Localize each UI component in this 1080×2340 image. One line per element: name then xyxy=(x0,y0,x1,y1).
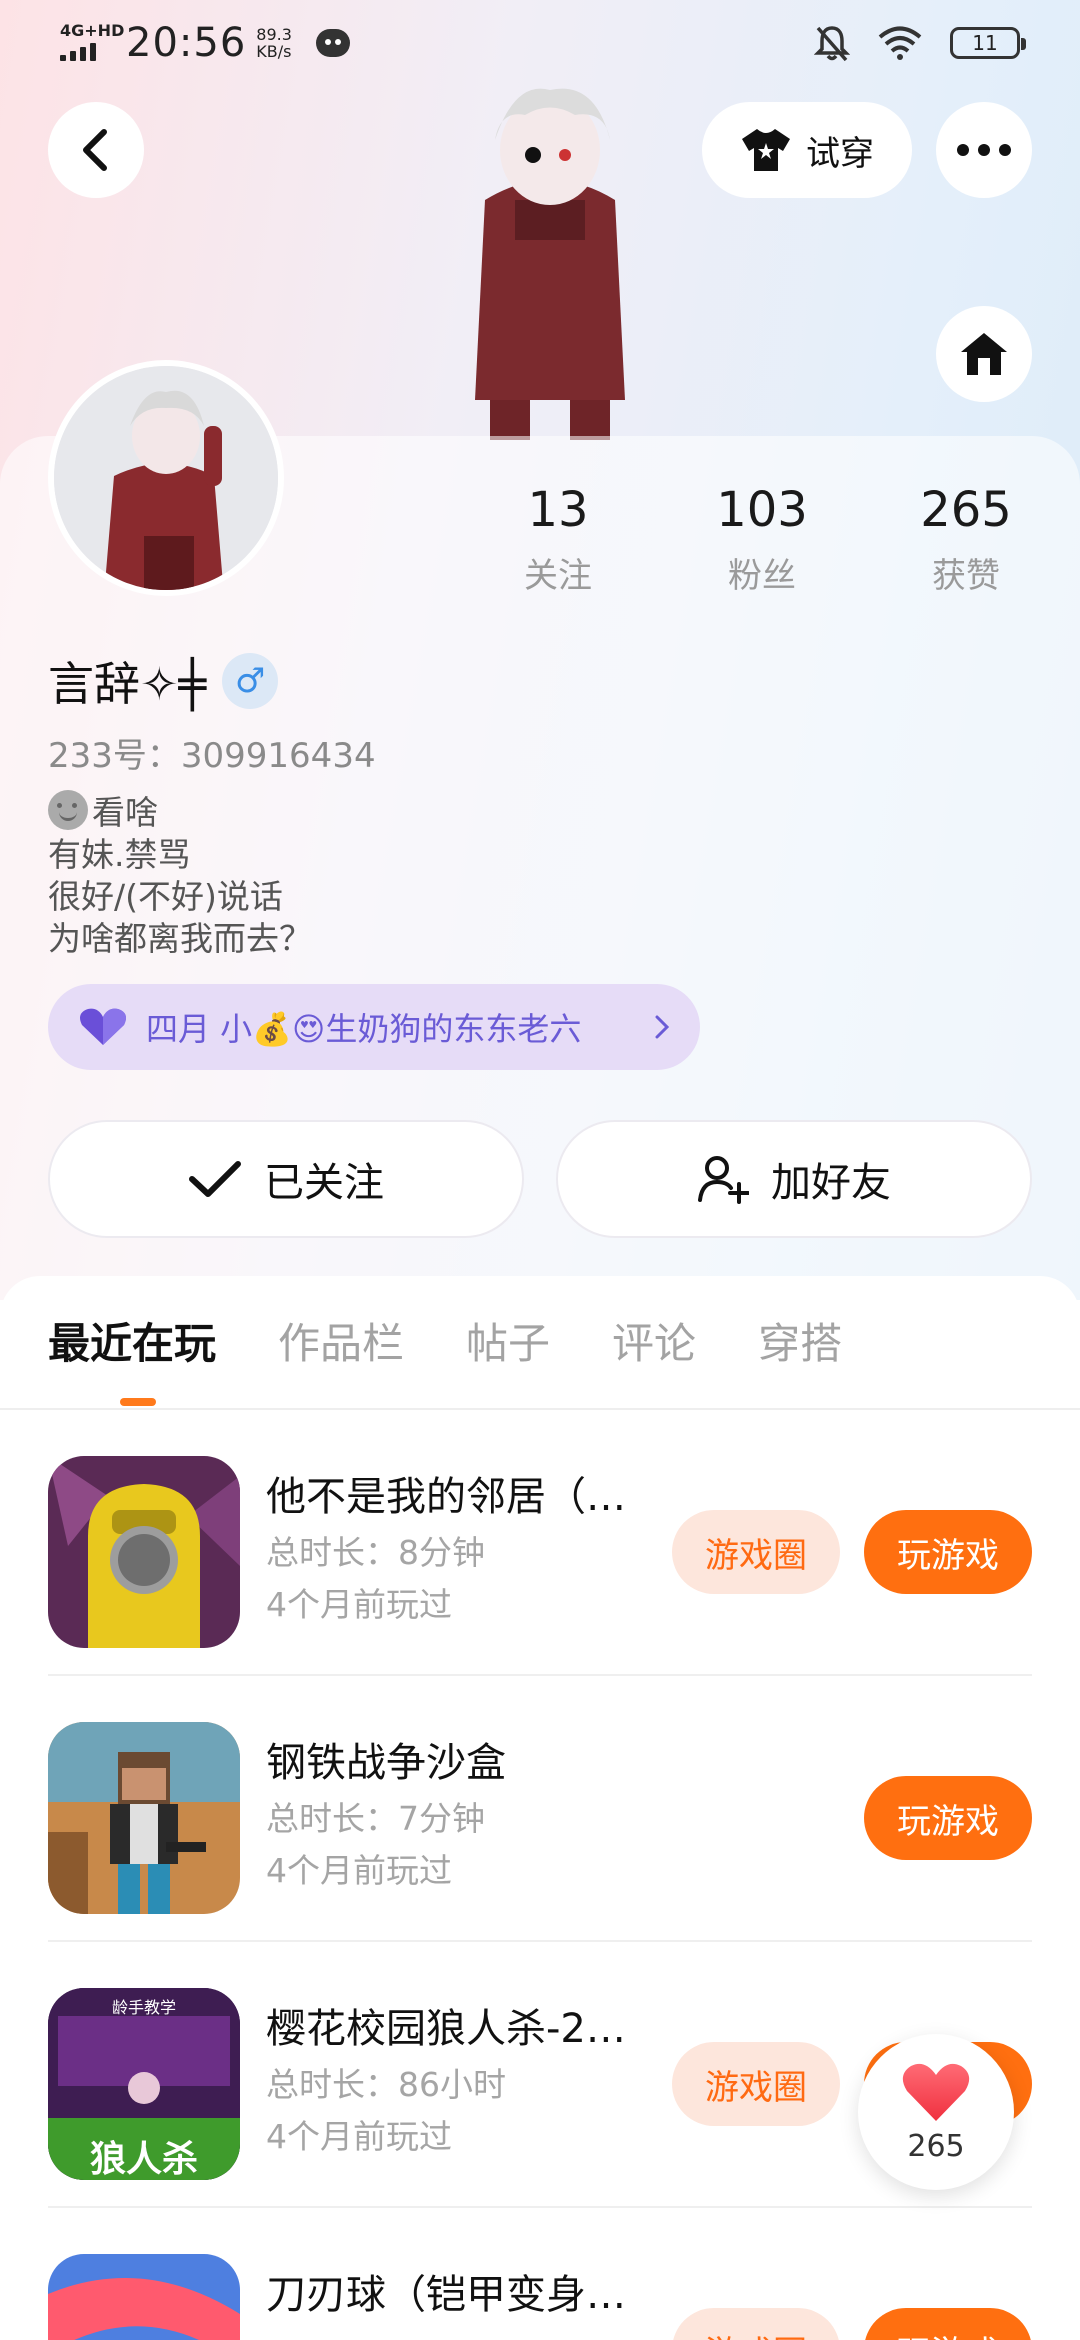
bio-line: 有妹.禁骂 xyxy=(48,835,191,874)
stat-followers-count: 103 xyxy=(716,482,808,538)
stat-following-count: 13 xyxy=(527,482,589,538)
tshirt-icon xyxy=(742,129,790,171)
game-icon-caption-top: 龄手教学 xyxy=(111,1998,176,2017)
try-on-button[interactable]: 试穿 xyxy=(702,102,912,198)
guild-badge[interactable]: 四月 小💰😍生奶狗的东东老六 xyxy=(48,984,700,1070)
game-icon xyxy=(48,1722,240,1914)
bio-line-text: 看啥 xyxy=(92,793,158,832)
heart-icon xyxy=(80,1008,126,1045)
tab-outfits[interactable]: 穿搭 xyxy=(758,1310,842,1371)
back-icon xyxy=(83,129,107,171)
mute-bell-icon xyxy=(814,26,850,62)
smile-emoji-icon xyxy=(48,790,88,830)
home-button[interactable] xyxy=(936,306,1032,402)
followed-label: 已关注 xyxy=(264,1160,384,1206)
chevron-right-icon xyxy=(655,1015,670,1039)
play-game-button[interactable]: 玩游戏 xyxy=(864,1776,1032,1860)
tab-recently-played[interactable]: 最近在玩 xyxy=(48,1310,216,1371)
add-friend-label: 加好友 xyxy=(771,1160,891,1206)
tab-comments[interactable]: 评论 xyxy=(612,1310,696,1371)
game-last-played: 4个月前玩过 xyxy=(266,2117,452,2156)
game-title: 刀刃球（铠甲变身… xyxy=(266,2272,626,2318)
avatar[interactable] xyxy=(48,360,284,596)
like-button[interactable]: 265 xyxy=(858,2034,1014,2190)
bio-line: 为啥都离我而去？ xyxy=(48,919,312,958)
net-speed-value: 89.3 xyxy=(256,25,292,44)
game-icon xyxy=(48,2254,240,2340)
game-duration: 总时长：86小时 xyxy=(266,2065,506,2104)
bio: 看啥 有妹.禁骂 很好/(不好)说话 为啥都离我而去？ xyxy=(48,790,312,960)
game-last-played: 4个月前玩过 xyxy=(266,1851,452,1890)
home-icon xyxy=(961,333,1007,375)
gender-male-icon: ♂ xyxy=(222,653,279,709)
game-circle-button[interactable]: 游戏圈 xyxy=(672,2042,840,2126)
tab-works[interactable]: 作品栏 xyxy=(278,1310,404,1371)
game-circle-button[interactable]: 游戏圈 xyxy=(672,1510,840,1594)
guild-name: 四月 小💰😍生奶狗的东东老六 xyxy=(146,1010,582,1048)
stat-following-label: 关注 xyxy=(524,556,592,596)
followed-button[interactable]: 已关注 xyxy=(48,1120,524,1238)
username: 言辞✧╪ ♂ xyxy=(48,648,279,714)
like-count: 265 xyxy=(907,2128,965,2164)
add-friend-icon xyxy=(698,1156,749,1204)
list-item[interactable]: 他不是我的邻居（… 总时长：8分钟 4个月前玩过 游戏圈 玩游戏 xyxy=(48,1410,1032,1676)
game-circle-button[interactable]: 游戏圈 xyxy=(672,2308,840,2340)
battery-level: 11 xyxy=(972,31,998,55)
play-game-button[interactable]: 玩游戏 xyxy=(864,2308,1032,2340)
bio-line: 看啥 xyxy=(48,790,312,834)
list-item[interactable]: 钢铁战争沙盒 总时长：7分钟 4个月前玩过 玩游戏 xyxy=(48,1676,1032,1942)
more-button[interactable] xyxy=(936,102,1032,198)
wifi-icon xyxy=(878,26,922,60)
game-icon xyxy=(48,1456,240,1648)
network-type: 4G+HD xyxy=(60,21,125,40)
user-id: 233号：309916434 xyxy=(48,736,376,776)
more-icon xyxy=(957,144,1011,156)
game-duration: 总时长：8分钟 xyxy=(266,1533,485,1572)
game-icon: 龄手教学 狼人杀 xyxy=(48,1988,240,2180)
clock: 20:56 xyxy=(126,20,247,66)
game-last-played: 4个月前玩过 xyxy=(266,1585,452,1624)
tab-posts[interactable]: 帖子 xyxy=(466,1310,550,1371)
stat-following[interactable]: 13 关注 xyxy=(468,482,648,597)
tab-bar: 最近在玩 作品栏 帖子 评论 穿搭 xyxy=(48,1310,842,1371)
list-item[interactable]: 刀刃球（铠甲变身… 游戏圈 玩游戏 xyxy=(48,2208,1032,2340)
back-button[interactable] xyxy=(48,102,144,198)
heart-like-icon xyxy=(902,2063,970,2121)
stat-followers[interactable]: 103 粉丝 xyxy=(672,482,852,597)
stat-followers-label: 粉丝 xyxy=(728,556,796,596)
game-title: 钢铁战争沙盒 xyxy=(266,1740,506,1786)
stat-likes-label: 获赞 xyxy=(932,556,1000,596)
app-notification-icon xyxy=(316,29,351,57)
try-on-label: 试穿 xyxy=(806,133,874,174)
active-tab-indicator xyxy=(120,1398,156,1406)
add-friend-button[interactable]: 加好友 xyxy=(556,1120,1032,1238)
stat-likes-count: 265 xyxy=(920,482,1012,538)
avatar-3d-character xyxy=(475,88,625,440)
game-title: 樱花校园狼人杀-2… xyxy=(266,2006,626,2052)
battery-icon: 11 xyxy=(950,27,1026,59)
avatar-image xyxy=(54,366,278,590)
play-game-button[interactable]: 玩游戏 xyxy=(864,1510,1032,1594)
signal-icon: 4G+HD xyxy=(60,23,124,63)
bio-line: 很好/(不好)说话 xyxy=(48,877,283,916)
status-bar: 4G+HD 20:56 89.3 KB/s 11 xyxy=(0,0,1080,86)
game-title: 他不是我的邻居（… xyxy=(266,1474,626,1520)
username-text: 言辞✧╪ xyxy=(48,657,207,711)
net-speed: 89.3 KB/s xyxy=(256,26,306,60)
game-icon-caption: 狼人杀 xyxy=(89,2139,198,2180)
check-icon xyxy=(189,1161,241,1197)
game-duration: 总时长：7分钟 xyxy=(266,1799,485,1838)
stat-likes[interactable]: 265 获赞 xyxy=(876,482,1056,597)
gender-symbol: ♂ xyxy=(235,661,266,701)
net-speed-unit: KB/s xyxy=(256,42,292,61)
